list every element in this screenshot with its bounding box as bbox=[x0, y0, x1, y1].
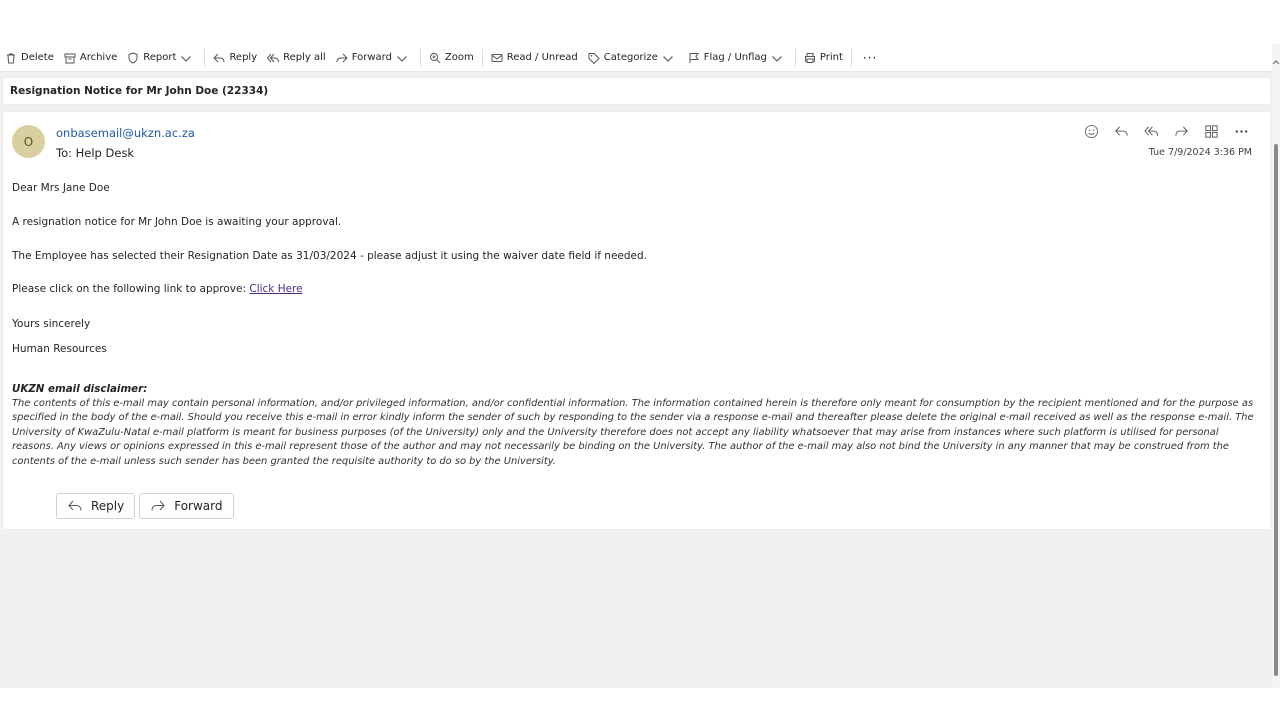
tag-icon bbox=[588, 52, 600, 64]
message-actions bbox=[1076, 122, 1256, 140]
more-icon bbox=[1235, 129, 1247, 133]
approve-prompt: Please click on the following link to ap… bbox=[12, 283, 247, 295]
chevron-down-icon bbox=[771, 55, 782, 62]
more-options-button[interactable]: ··· bbox=[855, 47, 885, 69]
report-button[interactable]: Report bbox=[122, 47, 201, 69]
zoom-label: Zoom bbox=[444, 52, 474, 63]
toolbar-divider bbox=[850, 48, 852, 67]
forward-label: Forward bbox=[351, 52, 392, 63]
archive-label: Archive bbox=[79, 52, 118, 63]
reply-icon bbox=[1114, 126, 1128, 136]
zoom-button[interactable]: Zoom bbox=[424, 47, 479, 69]
forward-icon bbox=[151, 500, 165, 511]
sender-address[interactable]: onbasemail@ukzn.ac.za bbox=[56, 126, 195, 140]
zoom-icon bbox=[429, 52, 441, 63]
closing: Yours sincerely bbox=[12, 318, 91, 330]
reply-all-label: Reply all bbox=[283, 52, 326, 63]
forward-icon bbox=[1174, 126, 1188, 136]
print-label: Print bbox=[819, 52, 843, 63]
reply-icon bbox=[68, 500, 82, 511]
chevron-down-icon bbox=[662, 55, 673, 62]
emoji-icon bbox=[1084, 124, 1098, 138]
flag-button[interactable]: Flag / Unflag bbox=[683, 47, 792, 69]
forward-icon bbox=[336, 53, 348, 62]
read-unread-label: Read / Unread bbox=[506, 52, 578, 63]
reply-forward-buttons: Reply Forward bbox=[56, 493, 238, 519]
flag-label: Flag / Unflag bbox=[703, 52, 767, 63]
body-line-1: A resignation notice for Mr John Doe is … bbox=[12, 216, 342, 228]
flag-icon bbox=[689, 52, 699, 63]
disclaimer-text: The contents of this e-mail may contain … bbox=[12, 398, 1254, 467]
print-button[interactable]: Print bbox=[799, 47, 848, 69]
shield-icon bbox=[128, 51, 138, 64]
reply-label: Reply bbox=[229, 52, 258, 63]
toolbar-divider bbox=[794, 48, 796, 67]
scrollbar-thumb[interactable] bbox=[1274, 144, 1278, 676]
archive-button[interactable]: Archive bbox=[59, 47, 122, 69]
forward-button[interactable]: Forward bbox=[331, 47, 417, 69]
vertical-scrollbar[interactable] bbox=[1272, 44, 1280, 688]
reply-all-icon bbox=[267, 53, 280, 62]
reply-button-bottom[interactable]: Reply bbox=[56, 493, 136, 519]
envelope-icon bbox=[491, 53, 503, 62]
chevron-up-icon[interactable] bbox=[1272, 59, 1280, 67]
quick-forward-button[interactable] bbox=[1166, 122, 1196, 140]
toolbar-divider bbox=[204, 48, 206, 67]
emoji-reaction-button[interactable] bbox=[1076, 122, 1106, 140]
to-label: To: bbox=[56, 146, 72, 160]
categorize-button[interactable]: Categorize bbox=[583, 47, 683, 69]
message-date: Tue 7/9/2024 3:36 PM bbox=[1148, 147, 1252, 158]
signature: Human Resources bbox=[12, 343, 107, 355]
chevron-down-icon bbox=[396, 55, 407, 62]
message-card: O onbasemail@ukzn.ac.za To: Help Desk Tu… bbox=[3, 112, 1270, 529]
printer-icon bbox=[804, 52, 815, 63]
recipient-name[interactable]: Help Desk bbox=[76, 146, 134, 160]
categorize-label: Categorize bbox=[603, 52, 658, 63]
disclaimer-title: UKZN email disclaimer: bbox=[12, 383, 148, 395]
command-toolbar: Delete Archive Report Reply Reply all Fo… bbox=[0, 44, 1272, 72]
body-line-3: Please click on the following link to ap… bbox=[12, 283, 303, 295]
approve-link[interactable]: Click Here bbox=[249, 283, 302, 295]
archive-icon bbox=[64, 53, 76, 63]
reply-button-label: Reply bbox=[91, 499, 125, 513]
reply-all-icon bbox=[1143, 126, 1158, 136]
reply-all-button[interactable]: Reply all bbox=[262, 47, 331, 69]
trash-icon bbox=[7, 53, 15, 63]
greeting: Dear Mrs Jane Doe bbox=[12, 182, 110, 194]
delete-button[interactable]: Delete bbox=[0, 47, 59, 69]
quick-reply-button[interactable] bbox=[1106, 122, 1136, 140]
apps-button[interactable] bbox=[1196, 122, 1226, 140]
toolbar-divider bbox=[481, 48, 483, 67]
reply-icon bbox=[213, 53, 225, 62]
body-line-2: The Employee has selected their Resignat… bbox=[12, 250, 648, 262]
outlook-reading-pane: Delete Archive Report Reply Reply all Fo… bbox=[0, 0, 1280, 725]
read-unread-button[interactable]: Read / Unread bbox=[486, 47, 583, 69]
more-actions-button[interactable] bbox=[1226, 122, 1256, 140]
subject-bar: Resignation Notice for Mr John Doe (2233… bbox=[3, 78, 1270, 104]
message-subject: Resignation Notice for Mr John Doe (2233… bbox=[10, 85, 269, 97]
toolbar-divider bbox=[419, 48, 421, 67]
reply-button[interactable]: Reply bbox=[208, 47, 262, 69]
forward-button-bottom[interactable]: Forward bbox=[139, 493, 234, 519]
delete-label: Delete bbox=[21, 52, 54, 63]
quick-reply-all-button[interactable] bbox=[1136, 122, 1166, 140]
avatar[interactable]: O bbox=[12, 125, 45, 158]
report-label: Report bbox=[143, 52, 177, 63]
apps-icon bbox=[1204, 124, 1218, 138]
forward-button-label: Forward bbox=[174, 499, 223, 513]
chevron-down-icon bbox=[181, 55, 192, 62]
reading-pane: Resignation Notice for Mr John Doe (2233… bbox=[0, 72, 1272, 688]
recipient-line: To: Help Desk bbox=[56, 146, 134, 160]
